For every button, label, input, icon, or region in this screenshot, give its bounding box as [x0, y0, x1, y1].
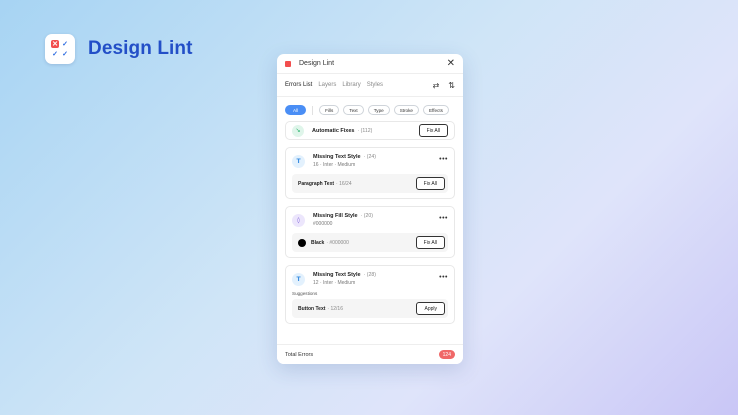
filter-effects[interactable]: Effects [422, 105, 449, 115]
fix-label: Paragraph Text · 16/24 [298, 180, 352, 187]
brand: ✕ ✓ ✓ ✓ Design Lint [45, 34, 193, 64]
panel-footer: Total Errors 124 [277, 344, 463, 364]
tab-layers[interactable]: Layers [318, 82, 336, 88]
fix-suggestion-row: Button Text · 12/16 Apply [292, 299, 448, 318]
error-card: T Missing Text Style · (24) 16 · Inter · … [285, 147, 455, 199]
logo-check-icon: ✓ [52, 51, 58, 58]
automatic-fixes-label: Automatic Fixes · (112) [312, 127, 373, 134]
close-icon[interactable]: ✕ [447, 58, 455, 69]
more-options-icon[interactable]: ••• [439, 274, 448, 281]
sort-icon[interactable]: ⇅ [448, 81, 455, 90]
error-title: Missing Text Style · (28) [313, 272, 376, 278]
error-subtitle: 16 · Inter · Medium [313, 162, 356, 168]
color-swatch [298, 238, 306, 247]
total-errors-label: Total Errors [285, 351, 314, 358]
more-options-icon[interactable]: ••• [439, 215, 448, 222]
divider [312, 105, 314, 115]
error-title: Missing Text Style · (24) [313, 154, 376, 160]
suggestions-label: Suggestions [292, 291, 318, 296]
plugin-panel: Design Lint ✕ Errors List Layers Library… [277, 54, 463, 364]
automatic-fixes-count: · (112) [357, 127, 373, 134]
logo-check-icon: ✓ [62, 41, 68, 48]
tab-library[interactable]: Library [342, 82, 360, 88]
fix-all-button[interactable]: Fix All [415, 177, 445, 190]
app-icon [285, 60, 291, 67]
auto-fix-icon: ↘ [292, 124, 304, 137]
panel-title: Design Lint [299, 60, 335, 67]
fix-suggestion-row: Paragraph Text · 16/24 Fix All [292, 174, 448, 193]
filter-all[interactable]: All [285, 105, 307, 115]
fix-all-automatic-button[interactable]: Fix All [418, 124, 448, 137]
filter-fills[interactable]: Fills [319, 105, 340, 115]
filter-chips: All Fills Text Type Stroke Effects [277, 97, 463, 121]
filter-type[interactable]: Type [367, 105, 390, 115]
filter-stroke[interactable]: Stroke [393, 105, 419, 115]
panel-titlebar: Design Lint ✕ [277, 54, 463, 74]
tab-errors-list[interactable]: Errors List [285, 82, 312, 88]
error-subtitle: #000000 [313, 221, 333, 227]
error-subtitle: 12 · Inter · Medium [313, 280, 356, 286]
text-icon: T [292, 155, 305, 168]
text-icon: T [292, 273, 305, 286]
error-card: ◊ Missing Fill Style · (20) #000000 ••• B… [285, 206, 455, 258]
error-card: T Missing Text Style · (28) 12 · Inter · … [285, 265, 455, 324]
logo-x-icon: ✕ [51, 40, 59, 48]
fix-all-button[interactable]: Fix All [415, 236, 445, 249]
refresh-icon[interactable]: ⇄ [433, 81, 440, 90]
logo-check-icon: ✓ [62, 51, 68, 58]
filter-text[interactable]: Text [343, 105, 364, 115]
fix-suggestion-row: Black · #000000 Fix All [292, 233, 448, 252]
lint-logo-icon: ✕ ✓ ✓ ✓ [45, 34, 75, 64]
tab-styles[interactable]: Styles [367, 82, 383, 88]
error-title: Missing Fill Style · (20) [313, 213, 374, 219]
brand-title: Design Lint [88, 38, 193, 59]
more-options-icon[interactable]: ••• [439, 156, 448, 163]
tab-bar: Errors List Layers Library Styles ⇄ ⇅ [277, 74, 463, 97]
total-errors-badge: 124 [438, 350, 455, 359]
fix-label: Black · #000000 [311, 239, 349, 246]
apply-button[interactable]: Apply [416, 302, 445, 315]
automatic-fixes-card: ↘ Automatic Fixes · (112) Fix All [285, 121, 455, 140]
fix-label: Button Text · 12/16 [298, 305, 343, 312]
fill-icon: ◊ [292, 214, 305, 227]
